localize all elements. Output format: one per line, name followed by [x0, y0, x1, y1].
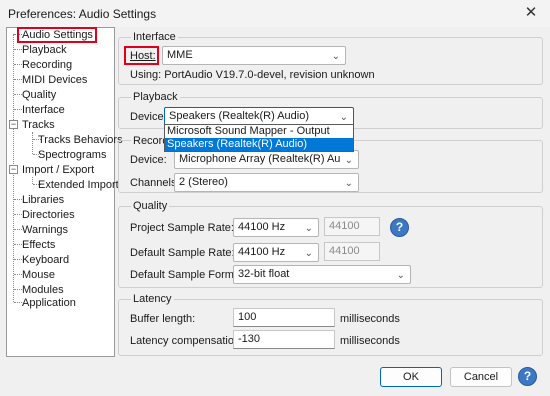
format-select[interactable]: 32-bit float ⌄ [233, 265, 411, 284]
host-highlight-box [124, 46, 159, 65]
recording-device-label: Device: [130, 154, 167, 166]
project-rate-select[interactable]: 44100 Hz ⌄ [233, 218, 319, 237]
host-select-value: MME [167, 49, 193, 61]
latency-group-title: Latency [131, 293, 174, 305]
project-rate-value: 44100 Hz [238, 221, 286, 233]
preferences-tree[interactable]: − − Audio Settings Playback Recording MI… [6, 27, 123, 357]
tree-line [32, 177, 33, 184]
using-text: Using: PortAudio V19.7.0-devel, revision… [130, 69, 375, 81]
tree-line [14, 199, 22, 200]
buffer-input[interactable]: 100 [233, 308, 335, 327]
tree-line [14, 214, 22, 215]
tree-item-recording[interactable]: Recording [22, 58, 72, 72]
tree-item-tracks-behaviors[interactable]: Tracks Behaviors [38, 133, 123, 147]
tree-line [32, 132, 33, 154]
playback-device-dropdown[interactable]: Microsoft Sound Mapper - Output Speakers… [164, 124, 354, 152]
tree-line [14, 259, 22, 260]
help-icon[interactable]: ? [390, 218, 409, 237]
playback-device-value: Speakers (Realtek(R) Audio) [169, 110, 310, 122]
tree-line [14, 94, 22, 95]
tree-item-spectrograms[interactable]: Spectrograms [38, 148, 106, 162]
tree-item-effects[interactable]: Effects [22, 238, 55, 252]
close-icon[interactable]: ✕ [522, 4, 540, 22]
format-label: Default Sample Format: [130, 269, 247, 281]
default-rate-value: 44100 Hz [238, 246, 286, 258]
tree-item-midi-devices[interactable]: MIDI Devices [22, 73, 87, 87]
tree-item-keyboard[interactable]: Keyboard [22, 253, 69, 267]
chevron-down-icon: ⌄ [344, 178, 353, 189]
window-title: Preferences: Audio Settings [8, 7, 157, 21]
tree-item-interface[interactable]: Interface [22, 103, 65, 117]
default-rate-select[interactable]: 44100 Hz ⌄ [233, 243, 319, 262]
tree-line [14, 244, 22, 245]
tree-item-modules[interactable]: Modules [22, 283, 64, 297]
chevron-down-icon: ⌄ [331, 51, 340, 62]
cancel-button[interactable]: Cancel [450, 367, 512, 387]
chevron-down-icon: ⌄ [344, 155, 353, 166]
import-export-expander-icon[interactable]: − [9, 165, 18, 174]
format-value: 32-bit float [238, 268, 290, 280]
tree-line [14, 289, 22, 290]
channels-select[interactable]: 2 (Stereo) ⌄ [174, 173, 359, 192]
tree-item-quality[interactable]: Quality [22, 88, 56, 102]
tree-line [14, 302, 22, 303]
playback-device-label: Device: [130, 111, 167, 123]
tree-line [14, 274, 22, 275]
tree-item-mouse[interactable]: Mouse [22, 268, 55, 282]
dropdown-option[interactable]: Microsoft Sound Mapper - Output [165, 125, 353, 138]
latency-comp-unit: milliseconds [340, 335, 400, 347]
ok-button[interactable]: OK [380, 367, 442, 387]
highlight-box [17, 27, 97, 43]
default-rate-field: 44100 [324, 242, 380, 261]
host-select[interactable]: MME ⌄ [162, 46, 346, 65]
project-rate-field: 44100 [324, 217, 380, 236]
quality-group-title: Quality [131, 200, 170, 212]
chevron-down-icon: ⌄ [396, 270, 405, 281]
buffer-unit: milliseconds [340, 313, 400, 325]
tree-item-playback[interactable]: Playback [22, 43, 67, 57]
tree-line [14, 49, 22, 50]
tree-line [14, 64, 22, 65]
tree-line [14, 229, 22, 230]
interface-group-title: Interface [131, 31, 178, 43]
tree-item-extended-import[interactable]: Extended Import [38, 178, 119, 192]
tree-item-import-export[interactable]: Import / Export [22, 163, 94, 177]
default-rate-label: Default Sample Rate: [130, 247, 235, 259]
tree-item-application[interactable]: Application [22, 296, 76, 310]
tree-item-warnings[interactable]: Warnings [22, 223, 68, 237]
playback-group-title: Playback [131, 91, 180, 103]
channels-value: 2 (Stereo) [179, 176, 228, 188]
dropdown-option-selected[interactable]: Speakers (Realtek(R) Audio) [165, 138, 353, 151]
tree-line [14, 79, 22, 80]
title-bar: Preferences: Audio Settings ✕ [0, 0, 550, 27]
tree-item-tracks[interactable]: Tracks [22, 118, 55, 132]
footer-help-icon[interactable]: ? [518, 367, 537, 386]
tree-item-directories[interactable]: Directories [22, 208, 75, 222]
chevron-down-icon: ⌄ [304, 248, 313, 259]
latency-comp-label: Latency compensation: [130, 335, 244, 347]
recording-device-select[interactable]: Microphone Array (Realtek(R) Au ⌄ [174, 150, 359, 169]
buffer-label: Buffer length: [130, 313, 196, 325]
chevron-down-icon: ⌄ [304, 223, 313, 234]
tree-line [14, 109, 22, 110]
project-rate-label: Project Sample Rate: [130, 222, 234, 234]
tracks-expander-icon[interactable]: − [9, 120, 18, 129]
channels-label: Channels: [130, 177, 180, 189]
latency-comp-input[interactable]: -130 [233, 330, 335, 349]
tree-item-libraries[interactable]: Libraries [22, 193, 64, 207]
recording-device-value: Microphone Array (Realtek(R) Au [179, 153, 341, 165]
